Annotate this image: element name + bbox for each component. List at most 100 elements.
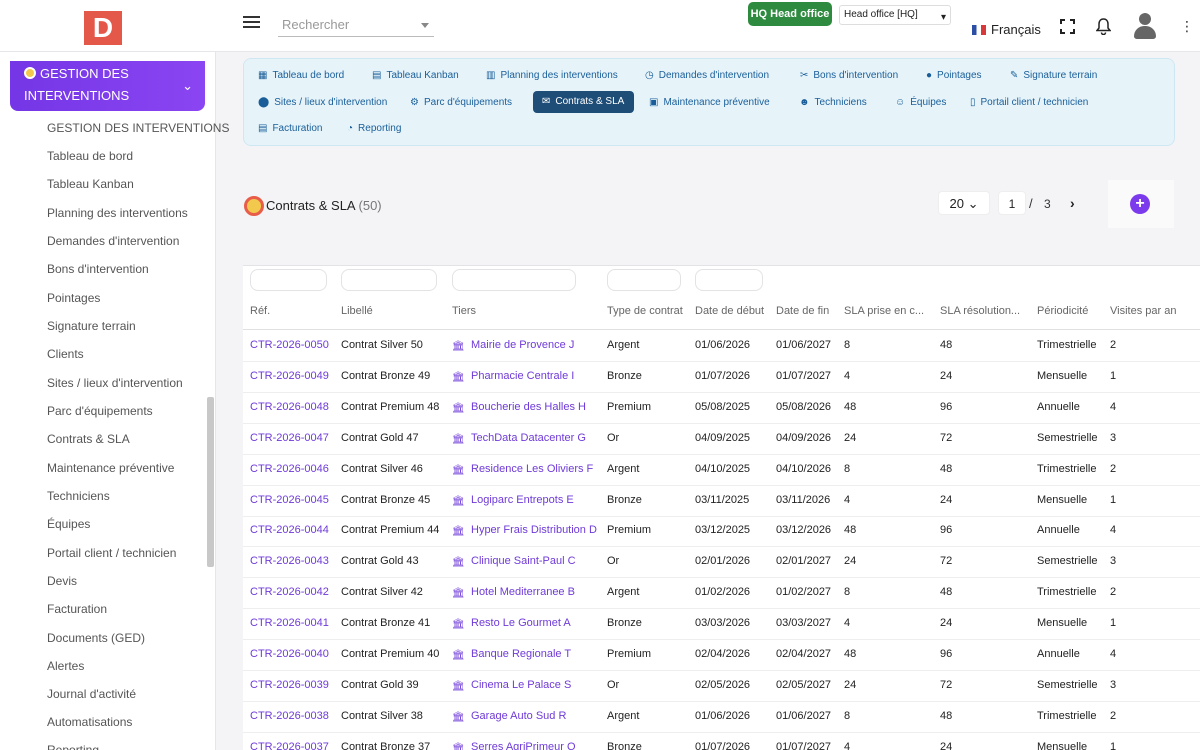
page-number-input[interactable]: 1 <box>998 191 1026 215</box>
nav-item[interactable]: ✎ Signature terrain <box>1010 68 1097 84</box>
tiers-link[interactable]: 🏛 TechData Datacenter G <box>452 432 586 445</box>
tiers-link[interactable]: 🏛 Resto Le Gourmet A <box>452 617 571 630</box>
user-avatar[interactable] <box>1133 13 1157 39</box>
next-page-icon[interactable]: › <box>1070 195 1075 211</box>
sidebar-item[interactable]: Équipes <box>47 517 90 531</box>
column-header[interactable]: Périodicité <box>1037 305 1088 317</box>
add-contract-button[interactable]: + <box>1130 194 1150 214</box>
nav-item[interactable]: ● Pointages <box>926 68 982 84</box>
sidebar-item[interactable]: Tableau Kanban <box>47 177 134 191</box>
nav-item[interactable]: ◷ Demandes d'intervention <box>645 68 769 84</box>
sidebar-item[interactable]: Planning des interventions <box>47 206 188 220</box>
tiers-name[interactable]: Banque Regionale T <box>471 648 571 660</box>
nav-item[interactable]: ▥ Planning des interventions <box>486 68 618 84</box>
search-input[interactable]: Rechercher <box>278 12 434 37</box>
tiers-name[interactable]: Boucherie des Halles H <box>471 401 586 413</box>
nav-item[interactable]: ✂ Bons d'intervention <box>800 68 898 84</box>
app-logo[interactable]: D <box>84 11 122 45</box>
sidebar-section-header[interactable]: GESTION DES INTERVENTIONS ⌄ <box>10 61 205 111</box>
tiers-name[interactable]: Resto Le Gourmet A <box>471 617 571 629</box>
contract-ref-link[interactable]: CTR-2026-0038 <box>250 710 329 722</box>
sidebar-scrollbar[interactable] <box>207 397 214 567</box>
tiers-link[interactable]: 🏛 Hyper Frais Distribution D <box>452 524 597 537</box>
column-header[interactable]: Date de début <box>695 305 764 317</box>
tiers-name[interactable]: Hotel Mediterranee B <box>471 586 575 598</box>
column-header[interactable]: Réf. <box>250 305 270 317</box>
column-header[interactable]: Tiers <box>452 305 476 317</box>
sidebar-item[interactable]: Devis <box>47 574 77 588</box>
nav-item[interactable]: ⬤ Sites / lieux d'intervention <box>258 95 387 111</box>
notifications-bell-icon[interactable] <box>1095 18 1112 39</box>
tiers-link[interactable]: 🏛 Garage Auto Sud R <box>452 710 566 723</box>
contract-ref-link[interactable]: CTR-2026-0039 <box>250 679 329 691</box>
entity-badge[interactable]: HQ Head office <box>748 2 832 26</box>
tiers-link[interactable]: 🏛 Logiparc Entrepots E <box>452 494 574 507</box>
column-header[interactable]: SLA résolution... <box>940 305 1020 317</box>
sidebar-item[interactable]: Alertes <box>47 659 84 673</box>
tiers-link[interactable]: 🏛 Hotel Mediterranee B <box>452 586 575 599</box>
sidebar-item[interactable]: Pointages <box>47 291 100 305</box>
chevron-down-icon[interactable]: ⌄ <box>182 75 193 97</box>
tiers-name[interactable]: Clinique Saint-Paul C <box>471 555 576 567</box>
search-dropdown-icon[interactable] <box>421 23 429 28</box>
contract-ref-link[interactable]: CTR-2026-0048 <box>250 401 329 413</box>
tiers-name[interactable]: Pharmacie Centrale I <box>471 370 574 382</box>
tiers-name[interactable]: Hyper Frais Distribution D <box>471 524 597 536</box>
column-header[interactable]: Libellé <box>341 305 373 317</box>
tiers-name[interactable]: Garage Auto Sud R <box>471 710 566 722</box>
column-header[interactable]: Type de contrat <box>607 305 683 317</box>
nav-item[interactable]: ☺ Équipes <box>895 95 946 111</box>
filter-tiers-input[interactable] <box>452 269 576 291</box>
sidebar-item[interactable]: Portail client / technicien <box>47 546 176 560</box>
nav-item[interactable]: ▤ Facturation <box>258 121 322 137</box>
nav-item[interactable]: ▣ Maintenance préventive <box>649 95 770 111</box>
nav-item[interactable]: ▤ Tableau Kanban <box>372 68 459 84</box>
tiers-name[interactable]: Serres AgriPrimeur Q <box>471 741 576 750</box>
page-size-select[interactable]: 20 ⌄ <box>938 191 990 215</box>
column-header[interactable]: Date de fin <box>776 305 829 317</box>
fullscreen-icon[interactable] <box>1060 19 1075 38</box>
tiers-link[interactable]: 🏛 Residence Les Oliviers F <box>452 463 593 476</box>
sidebar-item[interactable]: Journal d'activité <box>47 687 136 701</box>
sidebar-item[interactable]: Demandes d'intervention <box>47 234 179 248</box>
filter-ref-input[interactable] <box>250 269 327 291</box>
sidebar-item[interactable]: Documents (GED) <box>47 631 145 645</box>
menu-toggle-icon[interactable] <box>243 16 260 30</box>
tiers-name[interactable]: Residence Les Oliviers F <box>471 463 593 475</box>
sidebar-item[interactable]: Tableau de bord <box>47 149 133 163</box>
more-options-icon[interactable]: ⋮ <box>1180 18 1194 34</box>
nav-item[interactable]: ⚙ Parc d'équipements <box>410 95 512 111</box>
nav-item[interactable]: ▦ Tableau de bord <box>258 68 344 84</box>
tiers-link[interactable]: 🏛 Clinique Saint-Paul C <box>452 555 576 568</box>
entity-select[interactable]: Head office [HQ] ▾ <box>839 5 951 25</box>
tiers-name[interactable]: Logiparc Entrepots E <box>471 494 574 506</box>
filter-label-input[interactable] <box>341 269 437 291</box>
language-selector[interactable]: Français <box>972 22 1041 37</box>
column-header[interactable]: Visites par an <box>1110 305 1176 317</box>
contract-ref-link[interactable]: CTR-2026-0042 <box>250 586 329 598</box>
contract-ref-link[interactable]: CTR-2026-0040 <box>250 648 329 660</box>
contract-ref-link[interactable]: CTR-2026-0043 <box>250 555 329 567</box>
tiers-link[interactable]: 🏛 Cinema Le Palace S <box>452 679 571 692</box>
column-header[interactable]: SLA prise en c... <box>844 305 924 317</box>
sidebar-item[interactable]: Bons d'intervention <box>47 262 149 276</box>
contract-ref-link[interactable]: CTR-2026-0045 <box>250 494 329 506</box>
tiers-link[interactable]: 🏛 Mairie de Provence J <box>452 339 574 352</box>
contract-ref-link[interactable]: CTR-2026-0049 <box>250 370 329 382</box>
sidebar-item[interactable]: Sites / lieux d'intervention <box>47 376 183 390</box>
contract-ref-link[interactable]: CTR-2026-0046 <box>250 463 329 475</box>
sidebar-item[interactable]: Contrats & SLA <box>47 432 130 446</box>
sidebar-item[interactable]: Maintenance préventive <box>47 461 174 475</box>
tiers-name[interactable]: TechData Datacenter G <box>471 432 586 444</box>
contract-ref-link[interactable]: CTR-2026-0037 <box>250 741 329 750</box>
tiers-link[interactable]: 🏛 Boucherie des Halles H <box>452 401 586 414</box>
tiers-link[interactable]: 🏛 Pharmacie Centrale I <box>452 370 574 383</box>
sidebar-item[interactable]: Reporting <box>47 743 99 750</box>
sidebar-item[interactable]: Facturation <box>47 602 107 616</box>
contract-ref-link[interactable]: CTR-2026-0047 <box>250 432 329 444</box>
tiers-name[interactable]: Mairie de Provence J <box>471 339 574 351</box>
filter-start-date-input[interactable] <box>695 269 763 291</box>
filter-type-input[interactable] <box>607 269 681 291</box>
nav-item[interactable]: ✉ Contrats & SLA <box>533 91 635 113</box>
contract-ref-link[interactable]: CTR-2026-0050 <box>250 339 329 351</box>
